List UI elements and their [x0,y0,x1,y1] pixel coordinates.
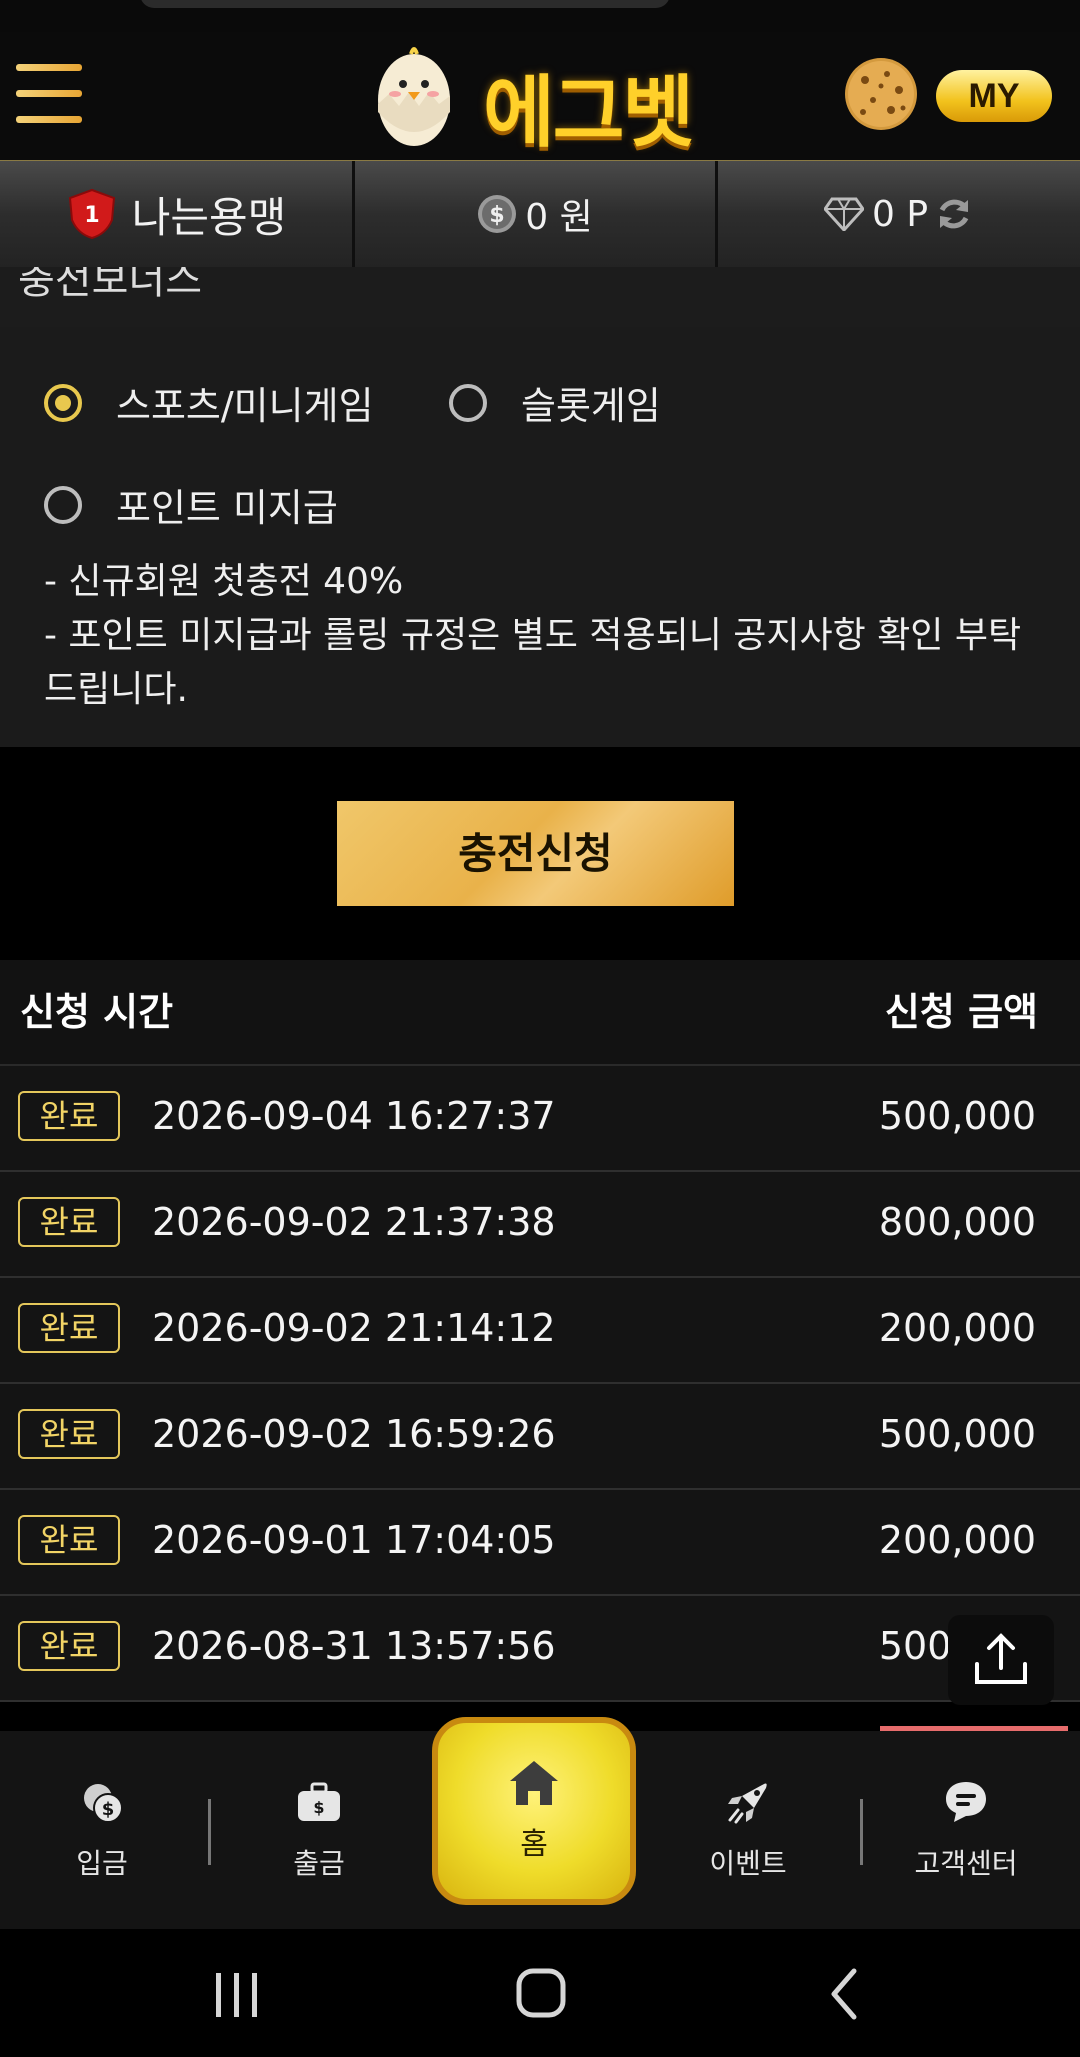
bottom-nav: $ 입금 $ 출금 홈 이벤트 고객센터 [0,1717,1080,1929]
radio-label-no-points: 포인트 미지급 [116,486,338,530]
table-row[interactable]: 완료 2026-09-04 16:27:37 500,000 [0,1066,1080,1172]
rocket-icon [728,1783,767,1824]
bonus-note-2: - 포인트 미지급과 롤링 규정은 별도 적용되니 공지사항 확인 부탁드립니다… [44,615,1022,710]
chat-icon [946,1782,986,1822]
radio-button[interactable] [449,383,487,422]
scroll-top-icon [975,1633,1027,1684]
nickname: 나는용맹 [131,192,287,242]
radio-label-sports: 스포츠/미니게임 [116,384,374,428]
radio-no-points[interactable]: 포인트 미지급 [44,477,338,532]
logo[interactable]: 에그벳 [365,32,705,160]
request-amount: 500,000 [878,1094,1036,1138]
table-header: 신청 시간 신청 금액 [0,960,1080,1066]
home-icon [510,1761,558,1805]
radio-label-slot: 슬롯게임 [521,384,661,428]
table-row[interactable]: 완료 2026-09-02 21:14:12 200,000 [0,1278,1080,1384]
nav-withdraw[interactable]: $ 출금 [229,1731,409,1929]
my-button[interactable]: MY [936,70,1052,122]
request-time: 2026-09-02 21:14:12 [152,1306,556,1350]
nav-deposit[interactable]: $ 입금 [12,1731,192,1929]
status-pill [140,0,670,8]
deposit-coins-icon: $ [84,1784,123,1823]
charge-request-button[interactable]: 충전신청 [337,801,734,906]
svg-text:$: $ [102,1799,115,1820]
status-badge: 완료 [18,1409,120,1459]
user-level-cell[interactable]: 1 나는용맹 [0,161,355,267]
app-header: 에그벳 MY [0,32,1080,162]
nav-event-label: 이벤트 [709,1847,787,1880]
request-time: 2026-08-31 13:57:56 [152,1624,556,1668]
back-icon[interactable] [806,1959,886,2029]
balance-cell[interactable]: $ 0 원 [355,161,718,267]
nav-deposit-label: 입금 [76,1847,128,1880]
balance-value: 0 원 [525,197,593,238]
table-row[interactable]: 완료 2026-09-02 21:37:38 800,000 [0,1172,1080,1278]
request-time: 2026-09-02 16:59:26 [152,1412,556,1456]
header-request-amount: 신청 금액 [884,990,1038,1034]
nav-home-button[interactable]: 홈 [432,1717,636,1905]
status-badge: 완료 [18,1197,120,1247]
points-value: 0 P [871,193,929,235]
bonus-section-title: 충전보너스 [0,267,1080,327]
table-row[interactable]: 완료 2026-08-31 13:57:56 500,000 [0,1596,1080,1702]
points-cell[interactable]: 0 P [718,161,1080,267]
status-badge: 완료 [18,1303,120,1353]
status-badge: 완료 [18,1515,120,1565]
request-amount: 200,000 [878,1518,1036,1562]
table-row[interactable]: 완료 2026-09-01 17:04:05 200,000 [0,1490,1080,1596]
request-amount: 200,000 [878,1306,1036,1350]
request-time: 2026-09-01 17:04:05 [152,1518,556,1562]
status-badge: 완료 [18,1621,120,1671]
status-badge: 완료 [18,1091,120,1141]
refresh-icon[interactable] [934,194,974,234]
request-amount: 500,000 [878,1412,1036,1456]
user-info-bar: 1 나는용맹 $ 0 원 0 P [0,161,1080,267]
level-shield-icon: 1 [68,188,115,240]
menu-icon[interactable] [16,64,84,124]
header-request-time: 신청 시간 [20,990,174,1034]
egg-mascot-icon [378,47,450,146]
scroll-top-button[interactable] [948,1615,1054,1705]
bonus-title: 충전보너스 [18,267,202,303]
level-number: 1 [84,203,99,228]
table-row[interactable]: 완료 2026-09-02 16:59:26 500,000 [0,1384,1080,1490]
nav-divider [860,1799,863,1865]
request-time: 2026-09-02 21:37:38 [152,1200,556,1244]
radio-button[interactable] [44,485,82,524]
nav-withdraw-label: 출금 [293,1847,345,1880]
cookie-icon[interactable] [843,56,919,132]
request-time: 2026-09-04 16:27:37 [152,1094,556,1138]
briefcase-icon: $ [298,1782,340,1821]
nav-support[interactable]: 고객센터 [876,1731,1056,1929]
recent-apps-icon[interactable] [196,1959,276,2029]
radio-button-selected[interactable] [44,383,82,422]
home-system-icon[interactable] [501,1959,581,2029]
request-amount: 800,000 [878,1200,1036,1244]
system-nav-bar [0,1929,1080,2057]
nav-event[interactable]: 이벤트 [658,1731,838,1929]
bonus-note-1: - 신규회원 첫충전 40% [44,561,404,602]
nav-divider [208,1799,211,1865]
svg-text:$: $ [313,1798,324,1817]
radio-slot-game[interactable]: 슬롯게임 [449,375,661,430]
svg-text:$: $ [490,203,505,228]
status-bar [0,0,1080,32]
logo-text: 에그벳 [483,68,694,158]
nav-support-label: 고객센터 [914,1847,1018,1880]
nav-home-label: 홈 [520,1827,548,1862]
bonus-options-card: 스포츠/미니게임 슬롯게임 포인트 미지급 - 신규회원 첫충전 40% - 포… [0,327,1080,747]
radio-sports-minigame[interactable]: 스포츠/미니게임 [44,375,374,430]
diamond-icon [823,197,864,231]
coin-icon: $ [478,195,517,233]
